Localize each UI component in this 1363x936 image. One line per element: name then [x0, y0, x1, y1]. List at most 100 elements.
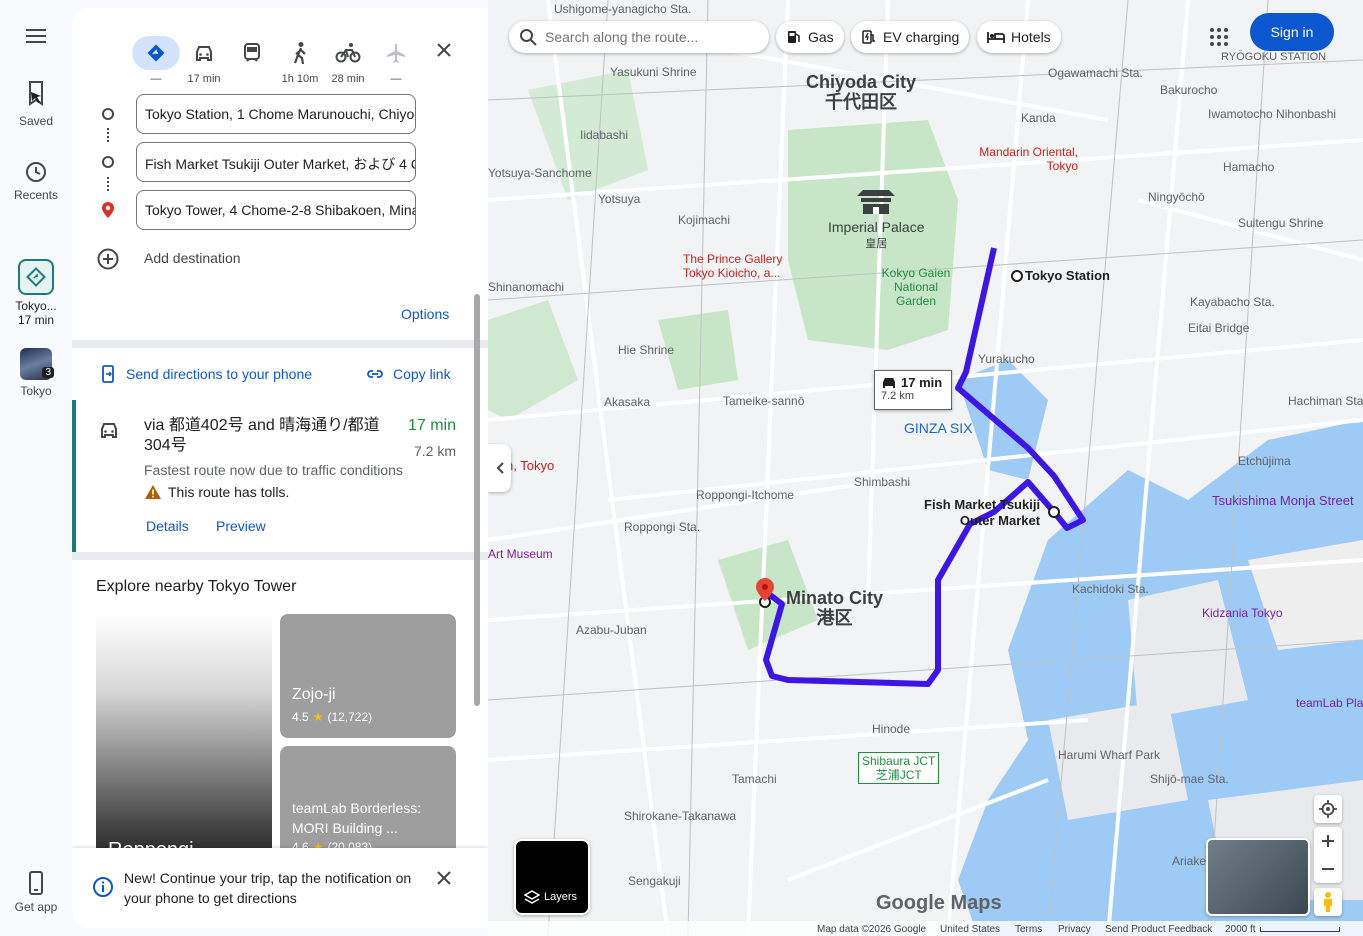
rating-value: 4.5: [292, 710, 309, 724]
add-circle-icon[interactable]: [96, 247, 120, 271]
jct-name: Shibaura JCT: [862, 754, 936, 768]
copy-link-button[interactable]: Copy link: [365, 364, 451, 384]
terms-link[interactable]: Terms: [1015, 924, 1042, 935]
info-icon: [93, 877, 113, 897]
chip-label: Gas: [808, 29, 834, 45]
details-button[interactable]: Details: [146, 518, 189, 534]
car-icon: [196, 46, 212, 61]
map-label: The Prince Gallery Tokyo Kioicho, a...: [683, 252, 783, 280]
district-name-jp: 千代田区: [825, 92, 897, 112]
mode-cycling[interactable]: 28 min: [325, 36, 371, 85]
map-canvas[interactable]: Ushigome-yanagicho Sta. Yasukuni Shrine …: [488, 0, 1363, 936]
mode-walking[interactable]: 1h 10m: [277, 36, 323, 85]
menu-button[interactable]: [24, 27, 48, 45]
district-name-en: Minato City: [786, 588, 883, 608]
map-label: Eitai Bridge: [1188, 321, 1250, 335]
ev-charging-chip[interactable]: EV charging: [851, 21, 970, 53]
mode-flight-time: —: [390, 73, 402, 85]
map-label: Ushigome-yanagicho Sta.: [554, 2, 692, 16]
route-option[interactable]: via 都道402号 and 晴海通り/都道304号 17 min 7.2 km…: [72, 400, 488, 552]
explore-card-roppongi[interactable]: Roppongi: [96, 614, 272, 864]
close-directions-button[interactable]: [432, 38, 456, 62]
map-label: Kojimachi: [678, 213, 731, 227]
layers-button[interactable]: Layers: [514, 839, 590, 915]
saved-button[interactable]: Saved: [0, 80, 72, 128]
zoom-in-button[interactable]: [1314, 827, 1342, 855]
bike-icon: [335, 43, 361, 63]
mode-driving-time: 17 min: [187, 73, 221, 85]
car-icon: [883, 377, 895, 388]
pegman-button[interactable]: [1314, 888, 1342, 916]
scale-label[interactable]: 2000 ft: [1225, 924, 1256, 935]
imperial-palace-label[interactable]: Imperial Palace 皇居: [828, 186, 925, 251]
feedback-link[interactable]: Send Product Feedback: [1105, 924, 1212, 935]
flight-icon: [387, 44, 405, 63]
route-search-box[interactable]: [509, 21, 769, 53]
hamburger-icon: [26, 29, 46, 43]
zoom-out-button[interactable]: [1314, 855, 1342, 883]
map-label: Kachidoki Sta.: [1072, 582, 1149, 596]
sign-in-button[interactable]: Sign in: [1250, 13, 1334, 51]
collapse-panel-button[interactable]: [488, 444, 511, 492]
send-to-phone-label: Send directions to your phone: [126, 366, 313, 382]
options-button[interactable]: Options: [401, 306, 449, 322]
mode-flight[interactable]: —: [373, 36, 419, 85]
street-view-thumb[interactable]: [1206, 838, 1310, 916]
map-label: Yotsuya-Sanchome: [488, 166, 592, 180]
map-label: Harumi Wharf Park: [1058, 748, 1161, 762]
map-label: Kayabacho Sta.: [1190, 295, 1275, 309]
tokyo-station-label[interactable]: Tokyo Station: [1025, 268, 1110, 283]
map-label: Tsukishima Monja Street: [1212, 493, 1354, 508]
panel-scrollbar[interactable]: [474, 294, 480, 706]
collection-label: Tokyo: [20, 384, 52, 398]
star-icon: ★: [312, 710, 324, 724]
recents-button[interactable]: Recents: [0, 160, 72, 202]
get-app-button[interactable]: Get app: [0, 870, 72, 914]
add-destination-button[interactable]: Add destination: [144, 250, 241, 266]
route-via: via 都道402号 and 晴海通り/都道304号: [144, 417, 380, 454]
route-time-bubble[interactable]: 17 min 7.2 km: [874, 370, 952, 410]
chevron-left-icon: [496, 462, 504, 474]
country-link[interactable]: United States: [940, 924, 1000, 935]
review-count: (12,722): [327, 710, 373, 724]
walk-icon: [293, 42, 306, 65]
hotels-chip[interactable]: Hotels: [977, 21, 1061, 53]
map-label: Kanda: [1021, 111, 1056, 125]
warning-icon: [145, 485, 161, 499]
mode-best[interactable]: —: [132, 36, 180, 85]
map-label: Iwamotocho Nihonbashi: [1208, 107, 1337, 121]
privacy-link[interactable]: Privacy: [1058, 924, 1091, 935]
close-icon[interactable]: [432, 866, 456, 890]
start-input[interactable]: Tokyo Station, 1 Chome Marunouchi, Chiyo…: [136, 94, 416, 134]
get-app-label: Get app: [14, 900, 58, 914]
plus-icon: [1322, 835, 1334, 847]
destination-input[interactable]: Tokyo Tower, 4 Chome-2-8 Shibakoen, Mina…: [136, 190, 416, 230]
ginza-six-label[interactable]: GINZA SIX: [904, 420, 972, 436]
my-location-button[interactable]: [1314, 795, 1342, 823]
map-label: Shimbashi: [854, 475, 911, 489]
waypoint-input[interactable]: Fish Market Tsukiji Outer Market, および 4 …: [136, 142, 416, 182]
mode-transit[interactable]: [229, 36, 275, 73]
gas-chip[interactable]: Gas: [776, 21, 844, 53]
collection-thumbnail: 3: [20, 348, 54, 380]
district-label-chiyoda: Chiyoda City 千代田区: [806, 72, 916, 112]
map-label: Hamacho: [1223, 160, 1275, 174]
explore-card-zojoji[interactable]: Zojo-ji 4.5 ★ (12,722): [280, 614, 456, 738]
route-distance: 7.2 km: [413, 443, 456, 459]
ev-charger-icon: [862, 30, 875, 44]
place-name: Imperial Palace: [828, 219, 925, 235]
recent-collection-item[interactable]: 3 Tokyo: [0, 348, 72, 398]
apps-button[interactable]: [1204, 22, 1234, 52]
preview-button[interactable]: Preview: [216, 518, 266, 534]
district-name-jp: 港区: [816, 608, 853, 628]
send-to-phone-button[interactable]: Send directions to your phone: [98, 364, 312, 384]
directions-panel: — 17 min 1h 10m 28 min — Tokyo Station, …: [72, 8, 488, 928]
mode-driving[interactable]: 17 min: [181, 36, 227, 85]
fish-market-label[interactable]: Fish Market Tsukiji Outer Market: [924, 497, 1040, 529]
map-label: Suitengu Shrine: [1238, 216, 1324, 230]
map-label: Kidzania Tokyo: [1202, 606, 1283, 620]
route-search-input[interactable]: [545, 29, 745, 45]
map-label: Shirokane-Takanawa: [624, 809, 737, 823]
recent-trip-item[interactable]: Tokyo... 17 min: [0, 259, 72, 327]
explore-card-teamlab[interactable]: teamLab Borderless: MORI Building ... 4.…: [280, 746, 456, 864]
